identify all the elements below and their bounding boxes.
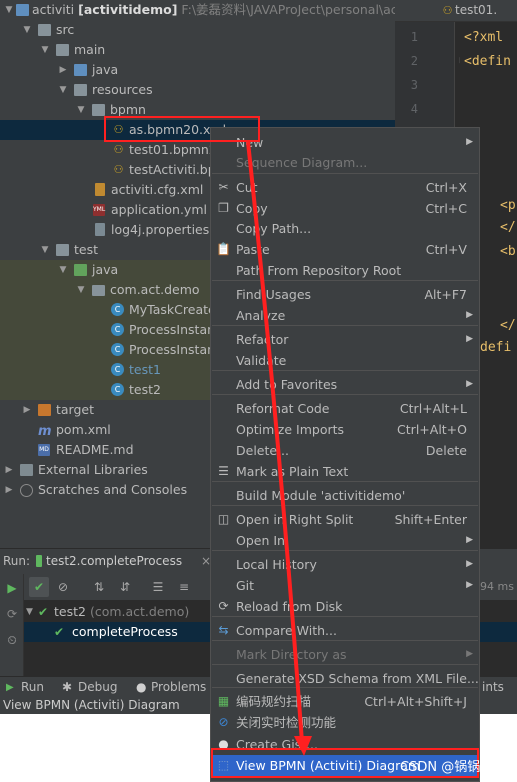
watermark: CSDN @锅锅嗨 xyxy=(400,760,494,775)
annotation-arrow xyxy=(246,141,312,756)
